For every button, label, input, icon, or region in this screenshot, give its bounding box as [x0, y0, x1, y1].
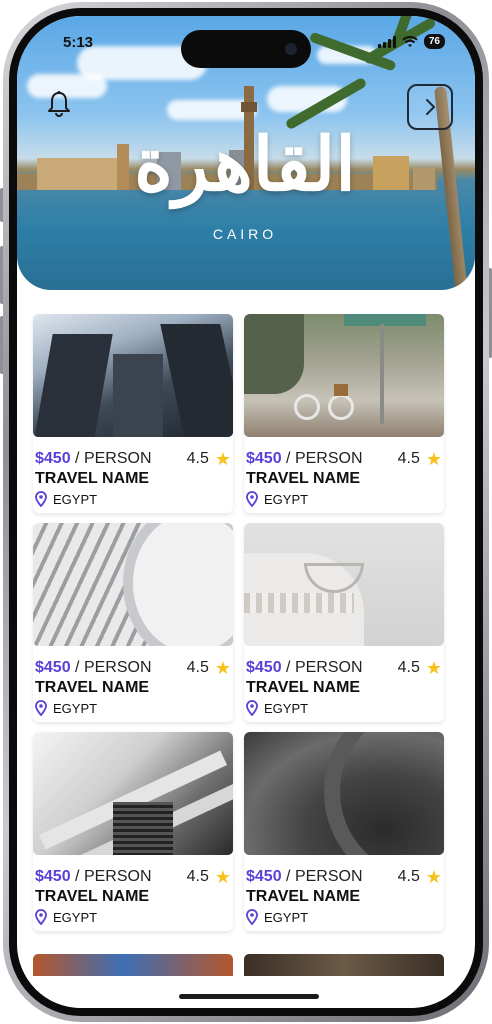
rating: 4.5 ★ — [397, 867, 442, 887]
travel-card-partial[interactable] — [244, 954, 444, 976]
app-screen: 5:13 76 القاهرة CAIRO $450 / PERSON 4.5 … — [17, 16, 475, 1008]
travel-card[interactable]: $450 / PERSON 4.5 ★ TRAVEL NAME EGYPT — [244, 523, 444, 722]
travel-image — [244, 732, 444, 855]
location-pin-icon — [246, 909, 258, 925]
price: $450 / PERSON — [246, 868, 363, 885]
price: $450 / PERSON — [35, 659, 152, 676]
star-icon: ★ — [425, 658, 442, 678]
camera-dot — [285, 43, 297, 55]
travel-name: TRAVEL NAME — [246, 888, 361, 905]
location-pin-icon — [246, 491, 258, 507]
rating: 4.5 ★ — [186, 658, 231, 678]
rating: 4.5 ★ — [397, 449, 442, 469]
travel-image — [244, 523, 444, 646]
star-icon: ★ — [425, 867, 442, 887]
home-indicator[interactable] — [179, 994, 319, 999]
travel-card[interactable]: $450 / PERSON 4.5 ★ TRAVEL NAME EGYPT — [244, 732, 444, 931]
location-pin-icon — [35, 700, 47, 716]
wifi-icon — [402, 35, 418, 47]
status-icons: 76 — [377, 34, 445, 49]
star-icon: ★ — [214, 867, 231, 887]
chevron-right-icon — [426, 99, 435, 115]
rating: 4.5 ★ — [186, 449, 231, 469]
travel-image — [33, 732, 233, 855]
dynamic-island — [181, 30, 311, 68]
travel-grid: $450 / PERSON 4.5 ★ TRAVEL NAME EGYPT $4… — [33, 314, 455, 931]
travel-card[interactable]: $450 / PERSON 4.5 ★ TRAVEL NAME EGYPT — [244, 314, 444, 513]
star-icon: ★ — [214, 449, 231, 469]
location: EGYPT — [35, 700, 231, 716]
bottom-safe-area — [17, 976, 475, 1008]
travel-name: TRAVEL NAME — [35, 679, 150, 696]
price: $450 / PERSON — [35, 450, 152, 467]
status-time: 5:13 — [63, 34, 94, 51]
location-pin-icon — [246, 700, 258, 716]
star-icon: ★ — [214, 658, 231, 678]
travel-name: TRAVEL NAME — [35, 470, 150, 487]
travel-card[interactable]: $450 / PERSON 4.5 ★ TRAVEL NAME EGYPT — [33, 523, 233, 722]
location: EGYPT — [246, 491, 442, 507]
travel-name: TRAVEL NAME — [246, 470, 361, 487]
location: EGYPT — [35, 909, 231, 925]
location: EGYPT — [246, 700, 442, 716]
travel-card-partial[interactable] — [33, 954, 233, 976]
travel-name: TRAVEL NAME — [35, 888, 150, 905]
phone-frame: 5:13 76 القاهرة CAIRO $450 / PERSON 4.5 … — [3, 2, 489, 1022]
location: EGYPT — [35, 491, 231, 507]
location: EGYPT — [246, 909, 442, 925]
travel-name: TRAVEL NAME — [246, 679, 361, 696]
signal-icon — [377, 35, 396, 48]
notification-button[interactable] — [43, 88, 75, 120]
rating: 4.5 ★ — [397, 658, 442, 678]
travel-card[interactable]: $450 / PERSON 4.5 ★ TRAVEL NAME EGYPT — [33, 314, 233, 513]
travel-image — [244, 314, 444, 437]
travel-image — [33, 523, 233, 646]
travel-image — [33, 314, 233, 437]
battery-indicator: 76 — [423, 34, 445, 49]
price: $450 / PERSON — [246, 450, 363, 467]
bell-icon — [48, 91, 70, 117]
location-pin-icon — [35, 909, 47, 925]
travel-card[interactable]: $450 / PERSON 4.5 ★ TRAVEL NAME EGYPT — [33, 732, 233, 931]
hero-banner: 5:13 76 القاهرة CAIRO — [17, 16, 475, 290]
city-logo-arabic: القاهرة — [134, 122, 356, 208]
price: $450 / PERSON — [246, 659, 363, 676]
city-logo-english: CAIRO — [212, 226, 278, 242]
phone-bezel: 5:13 76 القاهرة CAIRO $450 / PERSON 4.5 … — [9, 8, 483, 1016]
star-icon: ★ — [425, 449, 442, 469]
next-button[interactable] — [407, 84, 453, 130]
location-pin-icon — [35, 491, 47, 507]
price: $450 / PERSON — [35, 868, 152, 885]
rating: 4.5 ★ — [186, 867, 231, 887]
